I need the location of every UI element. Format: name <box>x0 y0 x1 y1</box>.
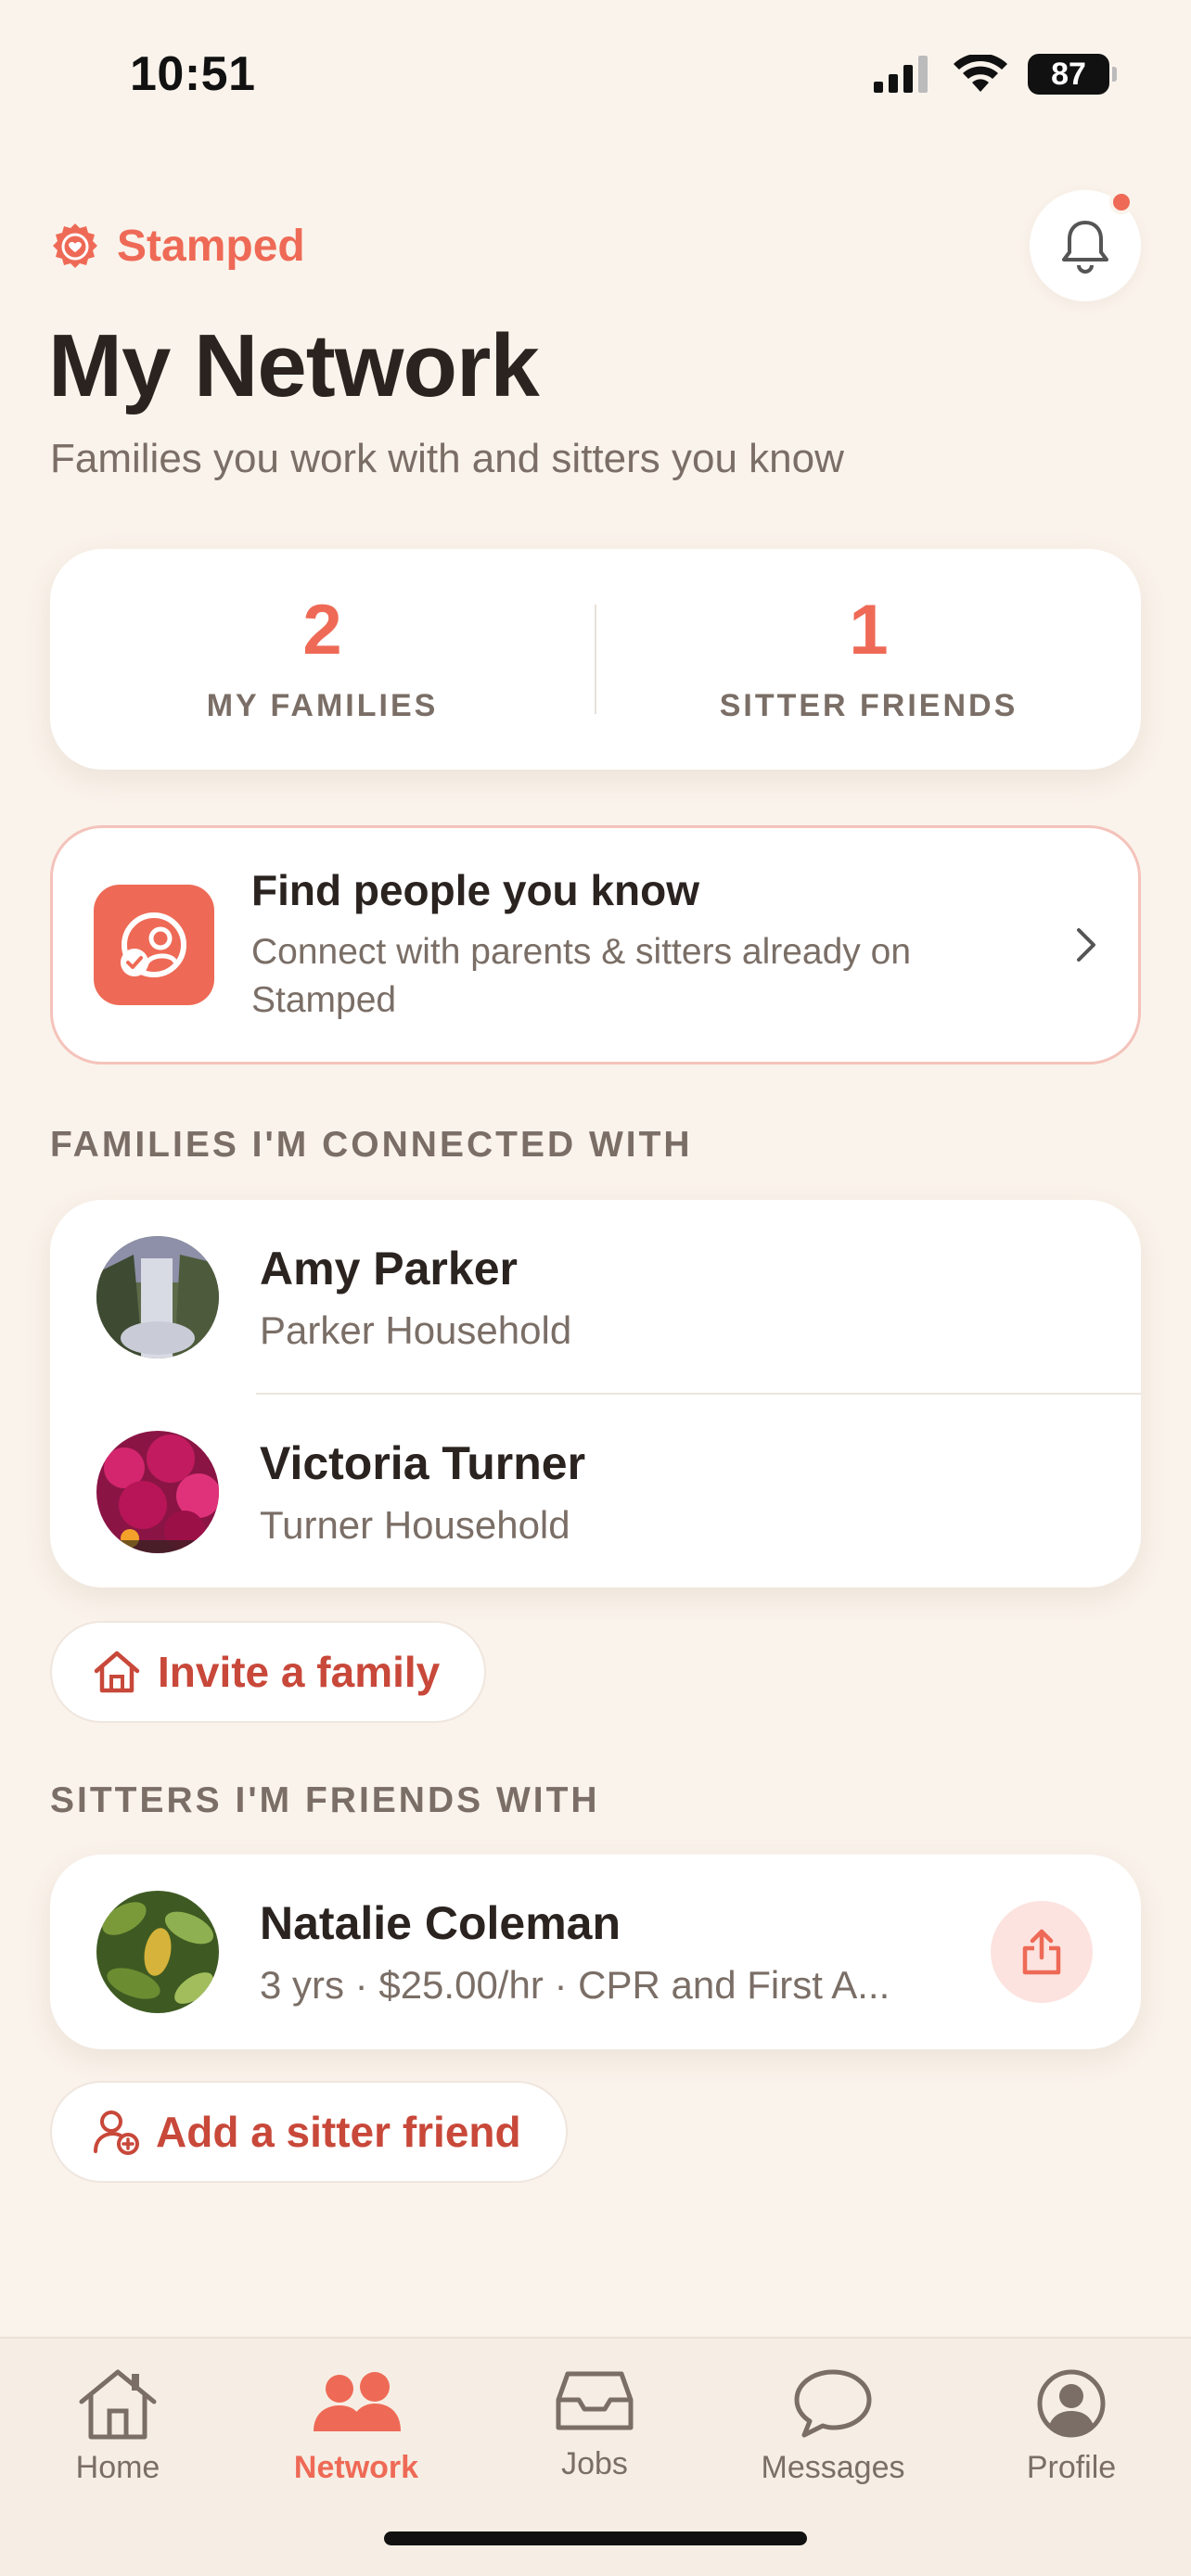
stamp-logo-icon <box>53 223 97 268</box>
family-household: Parker Household <box>260 1308 572 1352</box>
sitter-details: 3 yrs · $25.00/hr · CPR and First A... <box>260 1963 890 2007</box>
invite-family-button[interactable]: Invite a family <box>50 1621 487 1723</box>
add-sitter-friend-label: Add a sitter friend <box>156 2108 521 2156</box>
share-icon <box>1022 1929 1061 1975</box>
stat-value: 2 <box>302 590 342 670</box>
list-item[interactable]: Victoria Turner Turner Household <box>50 1395 1141 1589</box>
page-title: My Network <box>48 316 540 415</box>
avatar <box>96 1431 219 1553</box>
home-icon <box>79 2369 157 2440</box>
tab-jobs[interactable]: Jobs <box>502 2366 687 2482</box>
tab-label: Profile <box>1026 2450 1117 2485</box>
tab-network[interactable]: Network <box>263 2366 449 2486</box>
sitters-section-heading: SITTERS I'M FRIENDS WITH <box>50 1780 600 1820</box>
find-people-title: Find people you know <box>251 866 699 914</box>
families-section-heading: FAMILIES I'M CONNECTED WITH <box>50 1125 693 1165</box>
notifications-button[interactable] <box>1030 190 1141 301</box>
status-icons: 87 <box>874 54 1117 95</box>
family-household: Turner Household <box>260 1503 570 1547</box>
status-time: 10:51 <box>130 47 256 101</box>
family-name: Victoria Turner <box>260 1437 586 1489</box>
avatar <box>96 1236 219 1358</box>
avatar <box>96 1891 219 2013</box>
brand-name: Stamped <box>117 222 305 271</box>
signal-icon <box>874 56 928 93</box>
stat-value: 1 <box>849 590 889 670</box>
share-button[interactable] <box>991 1901 1093 2003</box>
stats-card: 2 MY FAMILIES 1 SITTER FRIENDS <box>50 549 1141 770</box>
tab-label: Network <box>293 2450 419 2485</box>
profile-icon <box>1037 2369 1106 2438</box>
add-sitter-friend-button[interactable]: Add a sitter friend <box>50 2081 568 2183</box>
sitter-card[interactable]: Natalie Coleman 3 yrs · $25.00/hr · CPR … <box>50 1855 1141 2049</box>
families-list: Amy Parker Parker Household Victoria Tur… <box>50 1200 1141 1588</box>
stat-label: SITTER FRIENDS <box>719 687 1018 723</box>
sitter-name: Natalie Coleman <box>260 1897 621 1949</box>
family-name: Amy Parker <box>260 1243 518 1294</box>
people-check-icon <box>94 885 214 1005</box>
home-indicator <box>384 2531 807 2545</box>
tab-label: Home <box>75 2450 160 2485</box>
tab-label: Messages <box>761 2450 905 2485</box>
home-icon <box>94 1651 140 1693</box>
tab-profile[interactable]: Profile <box>979 2366 1164 2486</box>
stat-label: MY FAMILIES <box>206 687 439 723</box>
battery-indicator: 87 <box>1028 54 1117 95</box>
brand: Stamped <box>50 221 305 272</box>
page-subtitle: Families you work with and sitters you k… <box>50 436 844 481</box>
stat-my-families[interactable]: 2 MY FAMILIES <box>50 549 595 770</box>
invite-family-label: Invite a family <box>158 1648 441 1696</box>
tab-label: Jobs <box>561 2446 628 2481</box>
chevron-right-icon <box>1077 928 1095 962</box>
add-person-icon <box>94 2111 139 2155</box>
stat-sitter-friends[interactable]: 1 SITTER FRIENDS <box>596 549 1141 770</box>
bell-icon <box>1062 221 1108 274</box>
tab-home[interactable]: Home <box>25 2366 211 2486</box>
find-people-card[interactable]: Find people you know Connect with parent… <box>50 825 1141 1065</box>
find-people-description: Connect with parents & sitters already o… <box>251 932 912 1020</box>
people-icon <box>314 2372 401 2431</box>
tab-messages[interactable]: Messages <box>740 2366 926 2486</box>
notification-badge <box>1109 190 1133 214</box>
inbox-icon <box>556 2371 634 2430</box>
list-item[interactable]: Amy Parker Parker Household <box>50 1200 1141 1395</box>
wifi-icon <box>954 55 1007 92</box>
chat-bubble-icon <box>794 2369 872 2438</box>
